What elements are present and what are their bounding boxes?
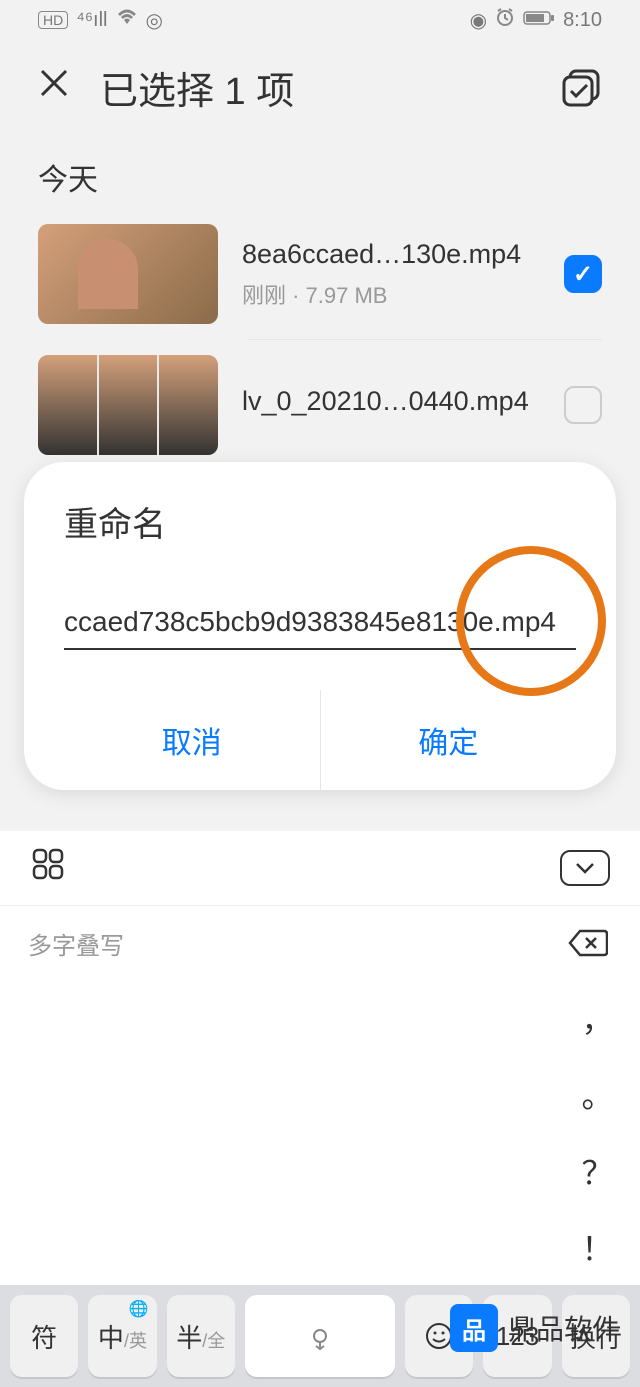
watermark-logo: 品 <box>450 1304 498 1352</box>
keyboard-hint: 多字叠写 <box>28 926 124 961</box>
battery-icon <box>523 9 555 32</box>
hd-icon: HD <box>38 11 68 29</box>
signal-icon: ⁴⁶ıll <box>76 9 107 32</box>
file-name: 8ea6ccaed…130e.mp4 <box>242 239 540 270</box>
keyboard-collapse-icon[interactable] <box>560 850 610 886</box>
watermark-text: 鼎品软件 <box>508 1308 620 1348</box>
ring-icon: ◎ <box>146 8 163 33</box>
file-row[interactable]: 8ea6ccaed…130e.mp4 刚刚 · 7.97 MB <box>0 209 640 339</box>
file-row[interactable]: lv_0_20210…0440.mp4 <box>0 340 640 470</box>
header: 已选择 1 项 <box>0 40 640 135</box>
keyboard-switch-icon[interactable] <box>30 846 66 890</box>
punct-question[interactable]: ？ <box>581 1148 613 1194</box>
wifi-icon <box>116 8 138 32</box>
dialog-title: 重命名 <box>64 497 576 546</box>
rename-dialog: 重命名 取消 确定 <box>24 462 616 790</box>
file-name: lv_0_20210…0440.mp4 <box>242 386 540 417</box>
alarm-icon <box>495 7 515 33</box>
backspace-icon[interactable] <box>564 924 612 962</box>
cancel-button[interactable]: 取消 <box>64 690 321 790</box>
file-meta: 刚刚 · 7.97 MB <box>242 278 540 310</box>
key-lang[interactable]: 🌐中/英 <box>88 1295 156 1377</box>
select-all-icon[interactable] <box>560 67 602 109</box>
punct-period[interactable]: 。 <box>581 1071 613 1117</box>
punct-comma[interactable]: ， <box>581 995 613 1041</box>
eye-icon: ◉ <box>470 8 487 33</box>
close-icon[interactable] <box>38 66 70 109</box>
rename-input[interactable] <box>64 596 576 650</box>
section-today: 今天 <box>0 135 640 209</box>
punct-exclaim[interactable]: ！ <box>581 1224 613 1270</box>
key-width[interactable]: 半/全 <box>167 1295 235 1377</box>
video-thumbnail <box>38 355 218 455</box>
key-space[interactable] <box>245 1295 395 1377</box>
video-thumbnail <box>38 224 218 324</box>
key-symbol[interactable]: 符 <box>10 1295 78 1377</box>
file-checkbox[interactable] <box>564 386 602 424</box>
handwriting-area[interactable]: ， 。 ？ ！ <box>0 980 640 1285</box>
status-bar: HD ⁴⁶ıll ◎ ◉ 8:10 <box>0 0 640 40</box>
confirm-button[interactable]: 确定 <box>321 690 577 790</box>
time-text: 8:10 <box>563 9 602 32</box>
watermark: 品 鼎品软件 <box>450 1304 620 1352</box>
file-checkbox[interactable] <box>564 255 602 293</box>
page-title: 已选择 1 项 <box>100 60 530 115</box>
